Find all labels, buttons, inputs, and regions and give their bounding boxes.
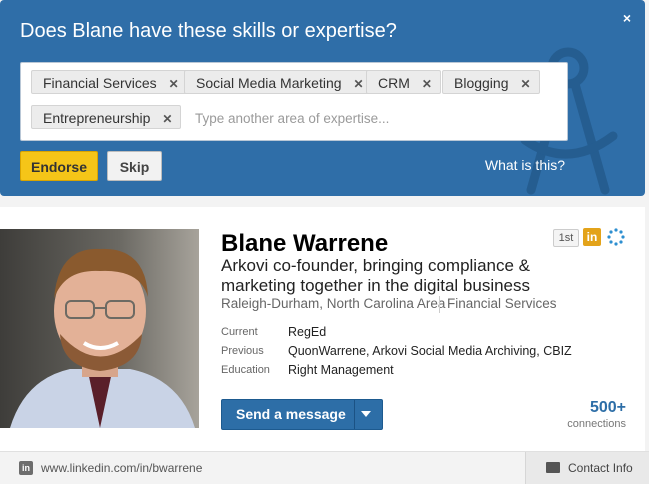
skill-tag-label: Blogging [454, 75, 509, 91]
endorsement-banner: Does Blane have these skills or expertis… [0, 0, 645, 196]
skill-tag: Financial Services ✕ [31, 70, 188, 94]
current-label: Current [221, 326, 258, 338]
remove-tag-icon[interactable]: ✕ [422, 77, 432, 91]
connection-degree-icon: 1st [553, 229, 579, 247]
skill-tag: Blogging ✕ [442, 70, 540, 94]
education-value[interactable]: Right Management [288, 363, 394, 377]
skill-tag-label: Entrepreneurship [43, 110, 151, 126]
previous-value[interactable]: QuonWarrene, Arkovi Social Media Archivi… [288, 344, 572, 358]
remove-tag-icon[interactable]: ✕ [169, 77, 179, 91]
endorse-button[interactable]: Endorse [20, 151, 98, 181]
what-is-this-link[interactable]: What is this? [485, 157, 565, 173]
avatar [0, 229, 199, 428]
skill-tag: Social Media Marketing ✕ [184, 70, 373, 94]
button-divider [354, 400, 355, 429]
skill-tag: CRM ✕ [366, 70, 441, 94]
add-skill-input[interactable] [195, 107, 555, 129]
skip-button[interactable]: Skip [107, 151, 162, 181]
connections-count[interactable]: 500+ [590, 399, 626, 417]
education-label: Education [221, 364, 270, 376]
profile-headline: Arkovi co-founder, bringing compliance &… [221, 256, 531, 295]
profile-photo[interactable] [0, 229, 199, 428]
profile-footer: in www.linkedin.com/in/bwarrene Contact … [0, 451, 649, 484]
dots-ring-icon [607, 228, 625, 246]
divider [439, 296, 440, 313]
previous-label: Previous [221, 345, 264, 357]
contact-card-icon [546, 462, 560, 473]
remove-tag-icon[interactable]: ✕ [521, 77, 531, 91]
remove-tag-icon[interactable]: ✕ [354, 77, 364, 91]
profile-card: Blane Warrene 1st in Arkovi co-founder, … [0, 207, 645, 451]
contact-info-label: Contact Info [568, 461, 633, 475]
send-message-label: Send a message [236, 406, 346, 422]
caret-down-icon[interactable] [361, 411, 371, 417]
public-profile-url[interactable]: www.linkedin.com/in/bwarrene [41, 461, 202, 475]
profile-page: Does Blane have these skills or expertis… [0, 0, 649, 484]
linkedin-icon: in [19, 461, 33, 475]
remove-tag-icon[interactable]: ✕ [162, 112, 172, 126]
skills-tag-input[interactable]: Financial Services ✕ Social Media Marketi… [20, 62, 568, 141]
connections-label: connections [567, 418, 626, 430]
endorse-title: Does Blane have these skills or expertis… [20, 20, 397, 42]
linkedin-icon: in [583, 228, 601, 246]
contact-info-button[interactable]: Contact Info [525, 452, 649, 484]
skill-tag-label: Social Media Marketing [196, 75, 342, 91]
skill-tag: Entrepreneurship ✕ [31, 105, 182, 129]
skill-tag-label: Financial Services [43, 75, 157, 91]
skill-tag-label: CRM [378, 75, 410, 91]
profile-name: Blane Warrene [221, 230, 389, 257]
close-icon[interactable]: × [623, 10, 631, 26]
current-value[interactable]: RegEd [288, 325, 326, 339]
profile-industry[interactable]: Financial Services [447, 296, 557, 311]
send-message-button[interactable]: Send a message [221, 399, 383, 430]
profile-location[interactable]: Raleigh-Durham, North Carolina Area [221, 296, 445, 311]
